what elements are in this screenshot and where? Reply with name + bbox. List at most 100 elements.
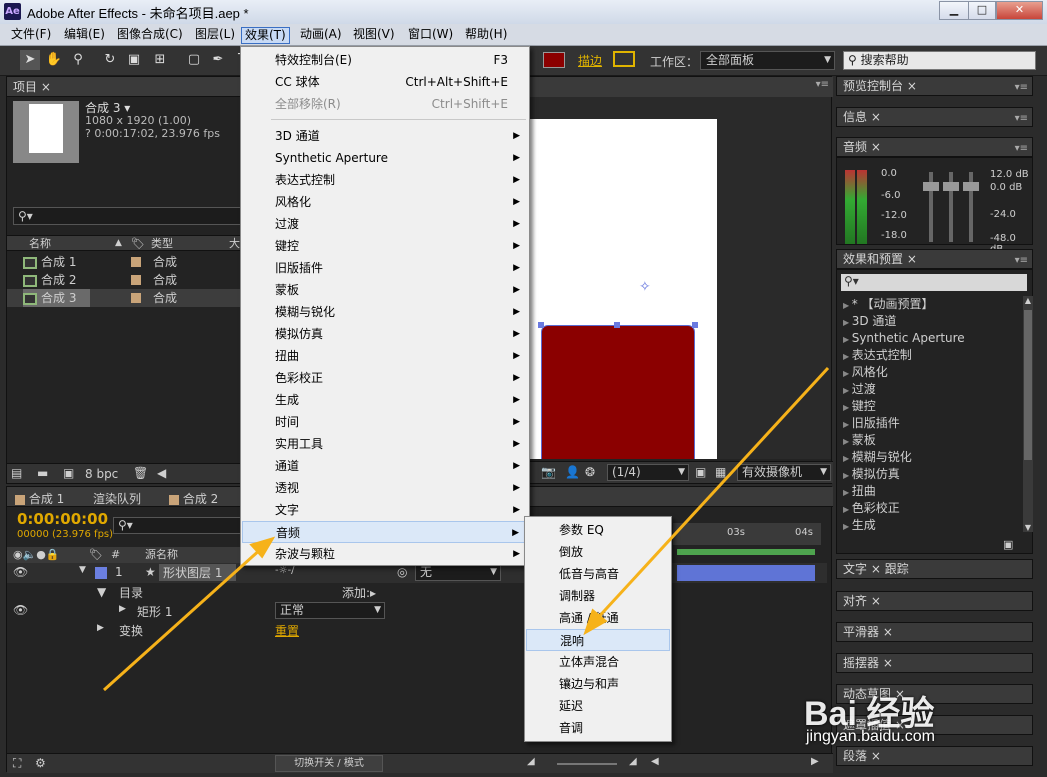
smoother-tab[interactable]: 平滑器 × (836, 622, 1033, 642)
effects-menu-item[interactable]: 全部移除(R) Ctrl+Shift+E (242, 93, 528, 115)
expand-icon[interactable]: ▶ (843, 471, 852, 480)
effects-menu-item[interactable]: 杂波与颗粒 ▶ (242, 543, 528, 565)
stroke-label[interactable]: 描边 (578, 52, 602, 69)
parent-select[interactable]: 无 ▼ (415, 564, 501, 581)
anchor-handle[interactable] (614, 322, 620, 328)
effects-list-item[interactable]: ▶ 风格化 (843, 364, 888, 381)
collapse-icon[interactable]: ▶ (119, 604, 126, 614)
panel-menu-icon[interactable]: ▾≡ (1015, 252, 1028, 270)
audio-submenu-item[interactable]: 延迟 (526, 695, 670, 717)
panel-menu-icon[interactable]: ▾≡ (1015, 110, 1028, 128)
effects-menu-item[interactable]: 模糊与锐化 ▶ (242, 301, 528, 323)
rectangle-tool-icon[interactable]: ▢ (184, 50, 204, 70)
expand-icon[interactable]: ▶ (843, 522, 852, 531)
audio-submenu-item[interactable]: 低音与高音 (526, 563, 670, 585)
audio-submenu-item[interactable]: 音调 (526, 717, 670, 739)
effects-menu-item[interactable]: 实用工具 ▶ (242, 433, 528, 455)
menu-animation[interactable]: 动画(A) (297, 27, 345, 44)
effects-menu-item[interactable]: 旧版插件 ▶ (242, 257, 528, 279)
effects-menu-item[interactable]: 文字 ▶ (242, 499, 528, 521)
menu-window[interactable]: 窗口(W) (405, 27, 456, 44)
effects-list-item[interactable]: ▶ 扭曲 (843, 483, 876, 500)
expand-icon[interactable]: ▶ (843, 386, 852, 395)
transform-group[interactable]: 变换 (119, 622, 143, 639)
character-tab[interactable]: 文字 × 跟踪 (836, 559, 1033, 579)
expand-icon[interactable]: ▶ (843, 437, 852, 446)
effects-menu-item[interactable]: 风格化 ▶ (242, 191, 528, 213)
shape-rectangle[interactable] (541, 325, 695, 459)
effects-list-item[interactable]: ▶ 旧版插件 (843, 415, 900, 432)
new-comp-icon[interactable]: ▣ (63, 466, 74, 480)
project-item[interactable]: 合成 2 合成 (7, 271, 243, 289)
layer-duration-bar[interactable] (677, 565, 815, 581)
panel-menu-icon[interactable]: ▾≡ (1015, 140, 1028, 158)
eye-icon[interactable]: 👁 (13, 603, 28, 617)
menu-effects[interactable]: 效果(T) (241, 27, 290, 44)
menu-file[interactable]: 文件(F) (8, 27, 54, 44)
project-item[interactable]: 合成 3 合成 (7, 289, 243, 307)
eye-icon[interactable]: 👁 (13, 565, 28, 579)
close-button[interactable]: ✕ (996, 1, 1043, 20)
selection-tool-icon[interactable]: ➤ (20, 50, 40, 70)
effects-menu-item[interactable]: 色彩校正 ▶ (242, 367, 528, 389)
timeline-search-input[interactable]: ⚲▾ (113, 517, 243, 534)
audio-submenu-item[interactable]: 立体声混合 (526, 651, 670, 673)
toggle-panes-icon[interactable]: ⚙ (35, 756, 46, 770)
paragraph-tab[interactable]: 段落 × (836, 746, 1033, 766)
snapshot-icon[interactable]: 📷 (541, 465, 556, 479)
fill-color-swatch[interactable] (543, 52, 565, 68)
expand-icon[interactable]: ▶ (843, 335, 852, 344)
rotate-tool-icon[interactable]: ↻ (100, 50, 120, 70)
effects-menu-item[interactable]: 表达式控制 ▶ (242, 169, 528, 191)
contents-group[interactable]: 目录 (119, 584, 143, 601)
info-panel[interactable]: 信息 × ▾≡ (836, 107, 1033, 127)
expand-icon[interactable]: ▶ (843, 420, 852, 429)
expand-icon[interactable]: ▶ (843, 352, 852, 361)
effects-menu-item[interactable]: CC 球体 Ctrl+Alt+Shift+E (242, 71, 528, 93)
add-menu[interactable]: 添加:▸ (342, 584, 376, 601)
hand-tool-icon[interactable]: ✋ (44, 50, 64, 70)
expand-icon[interactable]: ▶ (843, 403, 852, 412)
panel-menu-icon[interactable]: ▾≡ (816, 79, 829, 90)
interpret-footage-icon[interactable]: ▤ (11, 466, 22, 480)
scroll-left-icon[interactable]: ◀ (651, 756, 659, 767)
preview-panel[interactable]: 预览控制台 × ▾≡ (836, 76, 1033, 96)
expand-icon[interactable]: ▶ (843, 369, 852, 378)
show-snapshot-icon[interactable]: 👤 (565, 465, 580, 479)
effects-menu-item[interactable]: 蒙板 ▶ (242, 279, 528, 301)
trash-icon[interactable]: 🗑 (133, 466, 148, 480)
tab-comp-2[interactable]: 合成 2 (169, 490, 218, 507)
scroll-thumb[interactable] (1024, 310, 1032, 460)
minimize-button[interactable]: ▁ (939, 1, 969, 20)
contents-expand-icon[interactable]: ▼ (97, 585, 106, 599)
project-item[interactable]: 合成 1 合成 (7, 253, 243, 271)
effects-menu-item[interactable]: Synthetic Aperture ▶ (242, 147, 528, 169)
channel-icon[interactable]: ❂ (585, 465, 595, 479)
effects-list-item[interactable]: ▶ 模拟仿真 (843, 466, 900, 483)
expand-icon[interactable]: ▶ (843, 454, 852, 463)
scroll-down-icon[interactable]: ▼ (1023, 523, 1033, 532)
audio-slider-handle[interactable] (963, 182, 979, 191)
stroke-color-swatch[interactable] (613, 51, 635, 67)
new-preset-icon[interactable]: ▣ (1003, 538, 1013, 551)
audio-submenu-item[interactable]: 高通 / 低通 (526, 607, 670, 629)
project-tab[interactable]: 项目 × (7, 77, 241, 97)
transparency-grid-icon[interactable]: ▦ (715, 465, 726, 479)
effects-list-item[interactable]: ▶ 模糊与锐化 (843, 449, 912, 466)
blend-mode-select[interactable]: 正常 ▼ (275, 602, 385, 619)
effects-presets-tab[interactable]: 效果和预置 × ▾≡ (836, 249, 1033, 269)
effects-list-item[interactable]: ▶ 键控 (843, 398, 876, 415)
anchor-point-icon[interactable]: ✧ (639, 279, 651, 295)
anchor-handle[interactable] (692, 322, 698, 328)
toggle-switches-button[interactable]: 切换开关 / 模式 (275, 755, 383, 772)
menu-view[interactable]: 视图(V) (350, 27, 398, 44)
align-tab[interactable]: 对齐 × (836, 591, 1033, 611)
tab-comp-1[interactable]: 合成 1 (15, 490, 64, 507)
pen-tool-icon[interactable]: ✒ (208, 50, 228, 70)
rect-group[interactable]: 矩形 1 (137, 603, 172, 620)
project-search-input[interactable]: ⚲▾ (13, 207, 243, 225)
effects-list-item[interactable]: ▶ 蒙板 (843, 432, 876, 449)
panel-menu-icon[interactable]: ▾≡ (1015, 79, 1028, 97)
wiggler-tab[interactable]: 摇摆器 × (836, 653, 1033, 673)
layer-switches-icon[interactable]: -☼-/ (275, 565, 295, 576)
